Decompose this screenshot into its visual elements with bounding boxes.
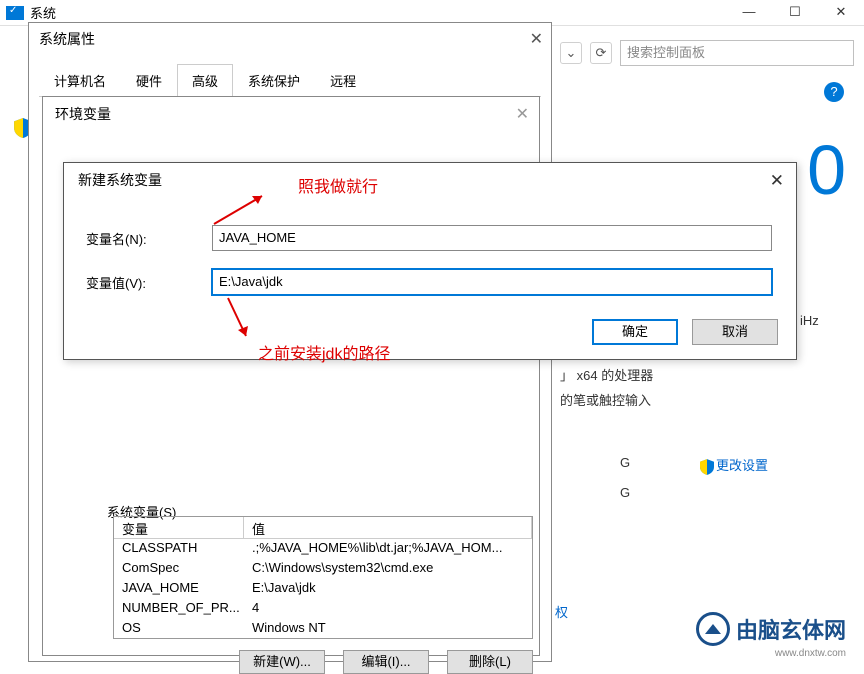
- search-input[interactable]: 搜索控制面板: [620, 40, 854, 66]
- arrow-icon: [212, 190, 272, 226]
- window-title: 系统: [30, 3, 56, 22]
- tab-hardware[interactable]: 硬件: [121, 64, 177, 97]
- col-variable[interactable]: 变量: [114, 517, 244, 538]
- dropdown-icon[interactable]: ⌄: [560, 42, 582, 64]
- logo-url: www.dnxtw.com: [775, 648, 846, 659]
- arrow-icon: [224, 296, 254, 340]
- system-vars-list[interactable]: 变量 值 CLASSPATH.;%JAVA_HOME%\lib\dt.jar;%…: [113, 516, 533, 639]
- tab-strip: 计算机名 硬件 高级 系统保护 远程: [39, 63, 541, 97]
- bg-g2: G: [620, 485, 630, 500]
- list-item[interactable]: OSWindows NT: [114, 619, 532, 639]
- help-icon[interactable]: ?: [824, 82, 844, 102]
- bg-proc: 」 x64 的处理器: [560, 365, 653, 384]
- system-icon: [6, 6, 24, 20]
- system-buttons: 新建(W)... 编辑(I)... 删除(L): [239, 650, 533, 674]
- cancel-button[interactable]: 取消: [692, 319, 778, 345]
- var-name-label: 变量名(N):: [86, 229, 196, 248]
- list-item[interactable]: CLASSPATH.;%JAVA_HOME%\lib\dt.jar;%JAVA_…: [114, 539, 532, 559]
- dialog-title: 环境变量: [43, 97, 539, 129]
- dialog-title: 新建系统变量: [64, 163, 796, 195]
- edit-button[interactable]: 编辑(I)...: [343, 650, 429, 674]
- minimize-button[interactable]: —: [726, 0, 772, 26]
- bg-g1: G: [620, 455, 630, 470]
- new-system-variable-dialog: 新建系统变量 ✕ 变量名(N): JAVA_HOME 变量值(V): E:\Ja…: [63, 162, 797, 360]
- list-header: 变量 值: [114, 517, 532, 539]
- new-button[interactable]: 新建(W)...: [239, 650, 325, 674]
- tab-computer-name[interactable]: 计算机名: [39, 64, 121, 97]
- tab-remote[interactable]: 远程: [315, 64, 371, 97]
- watermark-logo: 由脑玄体网 www.dnxtw.com: [696, 612, 846, 646]
- change-settings-link[interactable]: 更改设置: [700, 455, 768, 475]
- maximize-button[interactable]: ☐: [772, 0, 818, 26]
- bg-pen: 的笔或触控输入: [560, 390, 651, 409]
- ok-button[interactable]: 确定: [592, 319, 678, 345]
- refresh-icon[interactable]: ⟳: [590, 42, 612, 64]
- list-item[interactable]: ComSpecC:\Windows\system32\cmd.exe: [114, 559, 532, 579]
- logo-text: 由脑玄体网: [736, 613, 846, 645]
- dialog-title: 系统属性: [29, 23, 551, 55]
- var-value-label: 变量值(V):: [86, 273, 196, 292]
- logo-icon: [696, 612, 730, 646]
- tab-advanced[interactable]: 高级: [177, 64, 233, 97]
- close-icon[interactable]: ✕: [770, 171, 784, 191]
- var-name-input[interactable]: JAVA_HOME: [212, 225, 772, 251]
- var-value-input[interactable]: E:\Java\jdk: [212, 269, 772, 295]
- list-item[interactable]: NUMBER_OF_PR...4: [114, 599, 532, 619]
- annotation-1: 照我做就行: [298, 173, 378, 197]
- shield-icon: [700, 459, 714, 475]
- close-button[interactable]: ✕: [818, 0, 864, 26]
- tab-protection[interactable]: 系统保护: [233, 64, 315, 97]
- toolbar: ⌄ ⟳ 搜索控制面板: [560, 38, 854, 68]
- annotation-2: 之前安装jdk的路径: [258, 340, 390, 364]
- col-value[interactable]: 值: [244, 517, 532, 538]
- delete-button[interactable]: 删除(L): [447, 650, 533, 674]
- bg-blue-link[interactable]: 权: [555, 602, 568, 621]
- list-item[interactable]: JAVA_HOMEE:\Java\jdk: [114, 579, 532, 599]
- big-number: 0: [807, 130, 846, 210]
- user-buttons: 新建(W)...: [239, 459, 325, 483]
- close-icon[interactable]: ✕: [530, 29, 543, 49]
- close-icon[interactable]: ✕: [516, 104, 529, 124]
- bg-ghz: iHz: [800, 313, 819, 328]
